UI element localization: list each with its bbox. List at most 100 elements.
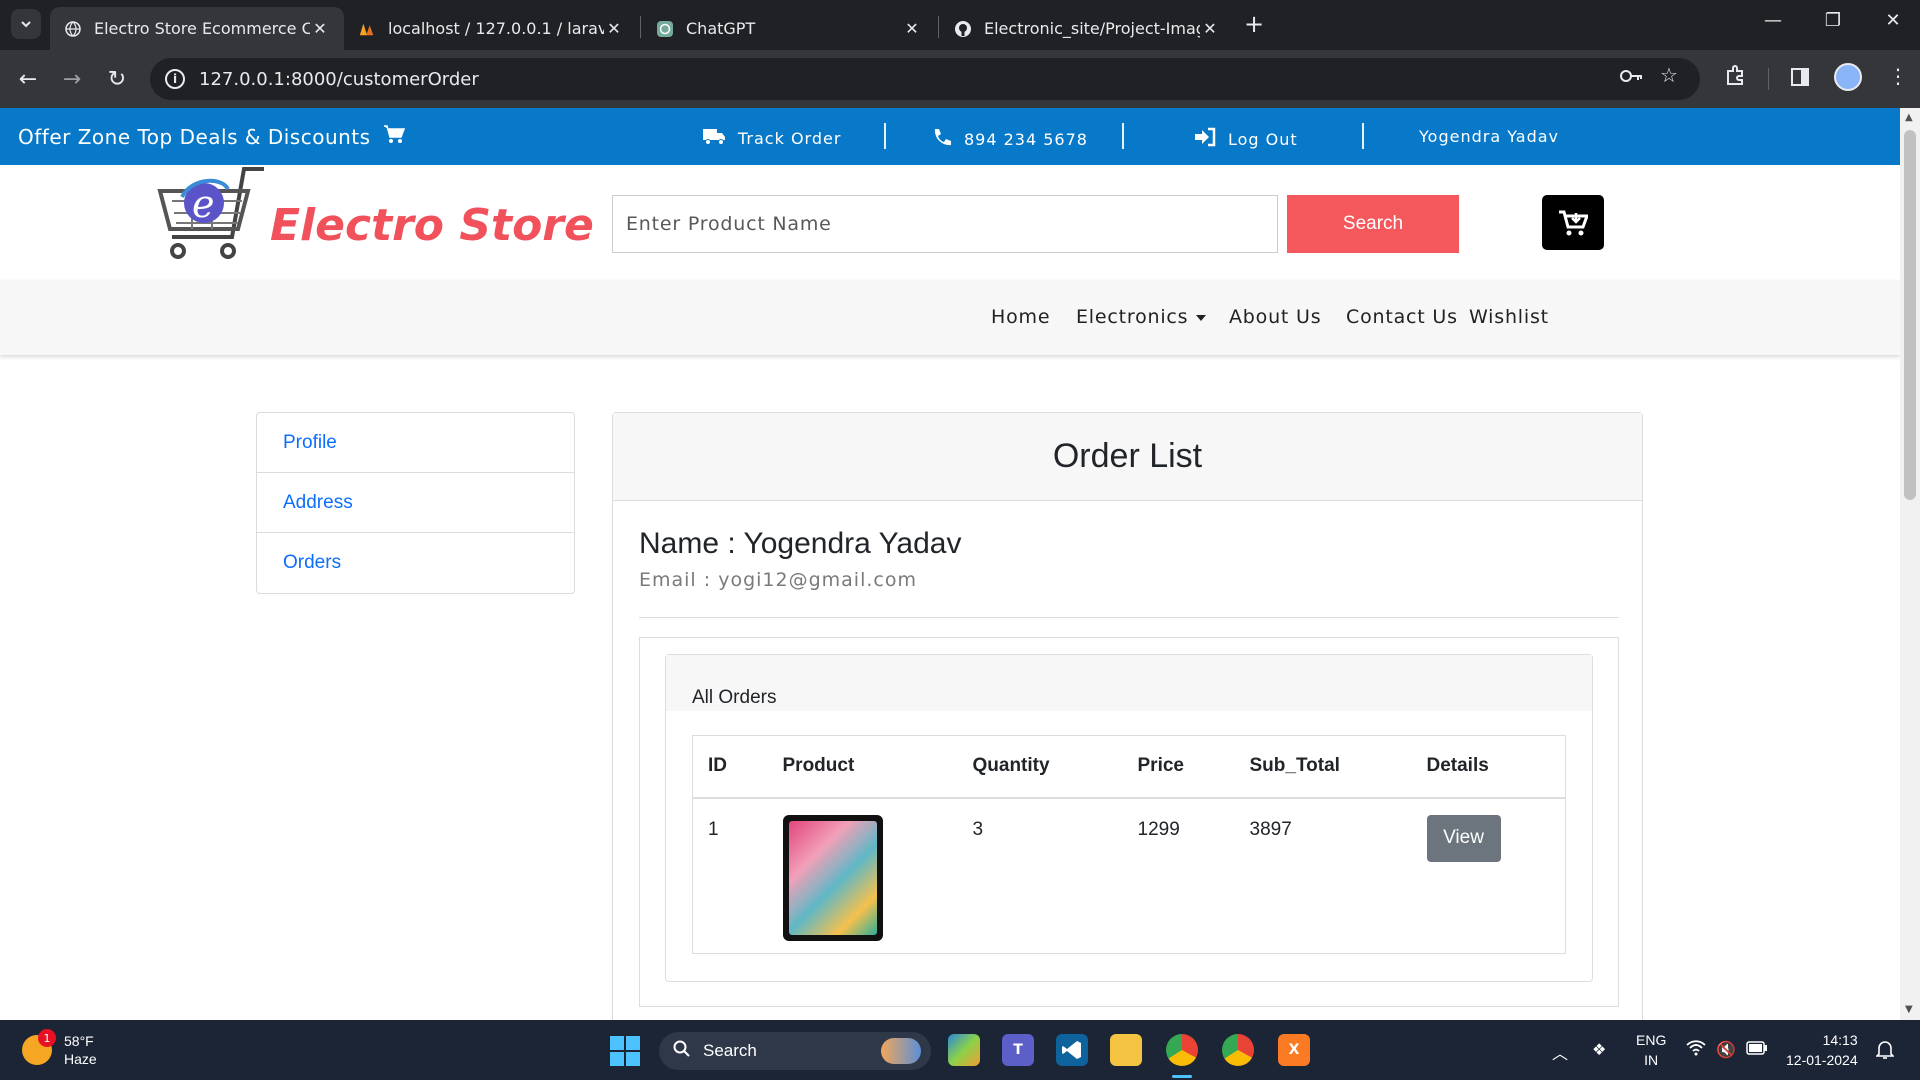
tab-chatgpt[interactable]: ChatGPT ✕ xyxy=(642,7,936,50)
windows-start-icon[interactable] xyxy=(610,1036,640,1066)
electro-store-logo-cart-icon[interactable]: e xyxy=(152,167,264,275)
strip-separator xyxy=(1362,123,1364,149)
tablet-image xyxy=(782,814,883,941)
cart-button[interactable] xyxy=(1542,195,1604,250)
nav-about[interactable]: About Us xyxy=(1229,306,1321,328)
minimize-icon[interactable]: — xyxy=(1758,10,1788,31)
strip-separator xyxy=(884,123,886,149)
column-header-quantity: Quantity xyxy=(957,735,1123,799)
tab-electro-store[interactable]: Electro Store Ecommerce Categ ✕ xyxy=(50,7,344,50)
clock-date: 12-01-2024 xyxy=(1786,1052,1858,1068)
battery-icon[interactable] xyxy=(1746,1040,1768,1059)
close-tab-icon[interactable]: ✕ xyxy=(902,19,922,38)
sidebar-item-orders[interactable]: Orders xyxy=(257,533,574,593)
nav-wishlist[interactable]: Wishlist xyxy=(1469,306,1549,328)
vscode-icon[interactable] xyxy=(1056,1034,1088,1066)
extensions-puzzle-icon[interactable] xyxy=(1724,64,1746,91)
search-icon xyxy=(673,1040,691,1063)
browser-menu-icon[interactable]: ⋮ xyxy=(1888,64,1908,88)
weather-widget[interactable]: 1 58°F Haze xyxy=(22,1029,97,1068)
file-explorer-icon[interactable] xyxy=(1110,1034,1142,1066)
copilot-icon[interactable] xyxy=(948,1034,980,1066)
chevron-down-icon xyxy=(21,21,31,28)
notification-badge: 1 xyxy=(38,1029,56,1047)
phone-contact[interactable]: 894 234 5678 xyxy=(932,127,1088,152)
sidebar-item-address[interactable]: Address xyxy=(257,473,574,533)
chrome-icon[interactable] xyxy=(1166,1034,1198,1066)
sidebar-item-profile[interactable]: Profile xyxy=(257,413,574,473)
forward-arrow-icon[interactable]: → xyxy=(56,63,88,95)
region-code: IN xyxy=(1644,1052,1659,1068)
column-header-subtotal: Sub_Total xyxy=(1234,735,1412,799)
weather-haze-icon: 1 xyxy=(22,1029,56,1065)
nav-electronics-dropdown[interactable]: Electronics xyxy=(1076,306,1207,328)
scroll-down-arrow-icon[interactable]: ▼ xyxy=(1905,1004,1913,1015)
phone-icon xyxy=(932,127,952,152)
product-search-input[interactable] xyxy=(612,195,1278,253)
browser-toolbar: ← → ↻ i 127.0.0.1:8000/customerOrder ☆ ⋮ xyxy=(0,50,1920,108)
system-clock[interactable]: 14:13 12-01-2024 xyxy=(1786,1030,1858,1070)
browser-tab-bar: Electro Store Ecommerce Categ ✕ localhos… xyxy=(0,0,1920,50)
column-header-price: Price xyxy=(1122,735,1235,799)
restore-icon[interactable]: ❐ xyxy=(1818,10,1848,31)
volume-muted-icon[interactable]: 🔇 xyxy=(1716,1040,1736,1059)
window-close-icon[interactable]: ✕ xyxy=(1878,10,1908,31)
cart-download-icon xyxy=(1559,210,1588,235)
nav-home[interactable]: Home xyxy=(991,306,1050,328)
column-header-product: Product xyxy=(767,735,958,799)
order-product-cell xyxy=(768,798,958,954)
column-header-details: Details xyxy=(1411,735,1566,799)
orders-table: ID Product Quantity Price Sub_Total Deta… xyxy=(692,735,1566,954)
customer-email: Email : yogi12@gmail.com xyxy=(639,569,917,591)
dropbox-icon[interactable]: ❖ xyxy=(1592,1040,1606,1059)
site-info-icon[interactable]: i xyxy=(165,69,185,89)
scrollbar-thumb[interactable] xyxy=(1904,130,1916,500)
search-button[interactable]: Search xyxy=(1287,195,1459,253)
tab-phpmyadmin[interactable]: localhost / 127.0.0.1 / laravel / c ✕ xyxy=(344,7,638,50)
page-title: Order List xyxy=(613,413,1642,501)
active-app-indicator xyxy=(1172,1075,1192,1078)
close-tab-icon[interactable]: ✕ xyxy=(604,19,624,38)
main-navigation: Home Electronics About Us Contact Us Wis… xyxy=(0,280,1900,355)
order-id: 1 xyxy=(708,818,719,840)
teams-icon[interactable]: T xyxy=(1002,1034,1034,1066)
page-content: Offer Zone Top Deals & Discounts Track O… xyxy=(0,108,1900,1020)
all-orders-header: All Orders xyxy=(666,655,1592,711)
caret-down-icon xyxy=(1196,314,1207,321)
chrome-secondary-icon[interactable] xyxy=(1222,1034,1254,1066)
search-highlight-icon xyxy=(881,1038,921,1064)
close-tab-icon[interactable]: ✕ xyxy=(1200,19,1220,38)
scroll-up-arrow-icon[interactable]: ▲ xyxy=(1905,112,1913,123)
new-tab-plus-icon[interactable]: + xyxy=(1244,10,1264,38)
all-orders-heading: All Orders xyxy=(692,687,777,708)
show-hidden-icons-chevron-icon[interactable]: ︿ xyxy=(1552,1040,1568,1064)
input-language[interactable]: ENG IN xyxy=(1636,1030,1666,1070)
wifi-icon[interactable] xyxy=(1686,1040,1706,1060)
reload-icon[interactable]: ↻ xyxy=(101,63,133,95)
offer-zone[interactable]: Offer Zone Top Deals & Discounts xyxy=(18,124,405,149)
close-tab-icon[interactable]: ✕ xyxy=(310,19,330,38)
bookmark-star-icon[interactable]: ☆ xyxy=(1660,63,1678,87)
password-key-icon[interactable] xyxy=(1620,65,1644,89)
github-icon xyxy=(954,20,972,38)
page-scrollbar[interactable]: ▲ ▼ xyxy=(1900,108,1920,1020)
address-bar[interactable]: i 127.0.0.1:8000/customerOrder xyxy=(150,58,1700,100)
tab-title: ChatGPT xyxy=(686,19,756,38)
profile-avatar[interactable] xyxy=(1834,63,1862,91)
xampp-icon[interactable]: X xyxy=(1278,1034,1310,1066)
side-panel-icon[interactable] xyxy=(1790,67,1810,92)
site-header: e Electro Store Search xyxy=(0,165,1900,280)
notification-bell-icon[interactable] xyxy=(1875,1040,1895,1064)
account-sidebar: Profile Address Orders xyxy=(256,412,575,594)
nav-contact[interactable]: Contact Us xyxy=(1346,306,1458,328)
logout-link[interactable]: Log Out xyxy=(1194,127,1298,152)
tab-github[interactable]: Electronic_site/Project-Images a ✕ xyxy=(940,7,1234,50)
phpmyadmin-icon xyxy=(358,20,376,38)
logo-text[interactable]: Electro Store xyxy=(270,200,594,251)
tab-search-dropdown-button[interactable] xyxy=(11,9,41,39)
user-name-link[interactable]: Yogendra Yadav xyxy=(1419,127,1559,146)
track-order-link[interactable]: Track Order xyxy=(702,127,841,150)
view-order-button[interactable]: View xyxy=(1426,814,1501,862)
taskbar-search[interactable]: Search xyxy=(659,1032,931,1070)
back-arrow-icon[interactable]: ← xyxy=(12,63,44,95)
